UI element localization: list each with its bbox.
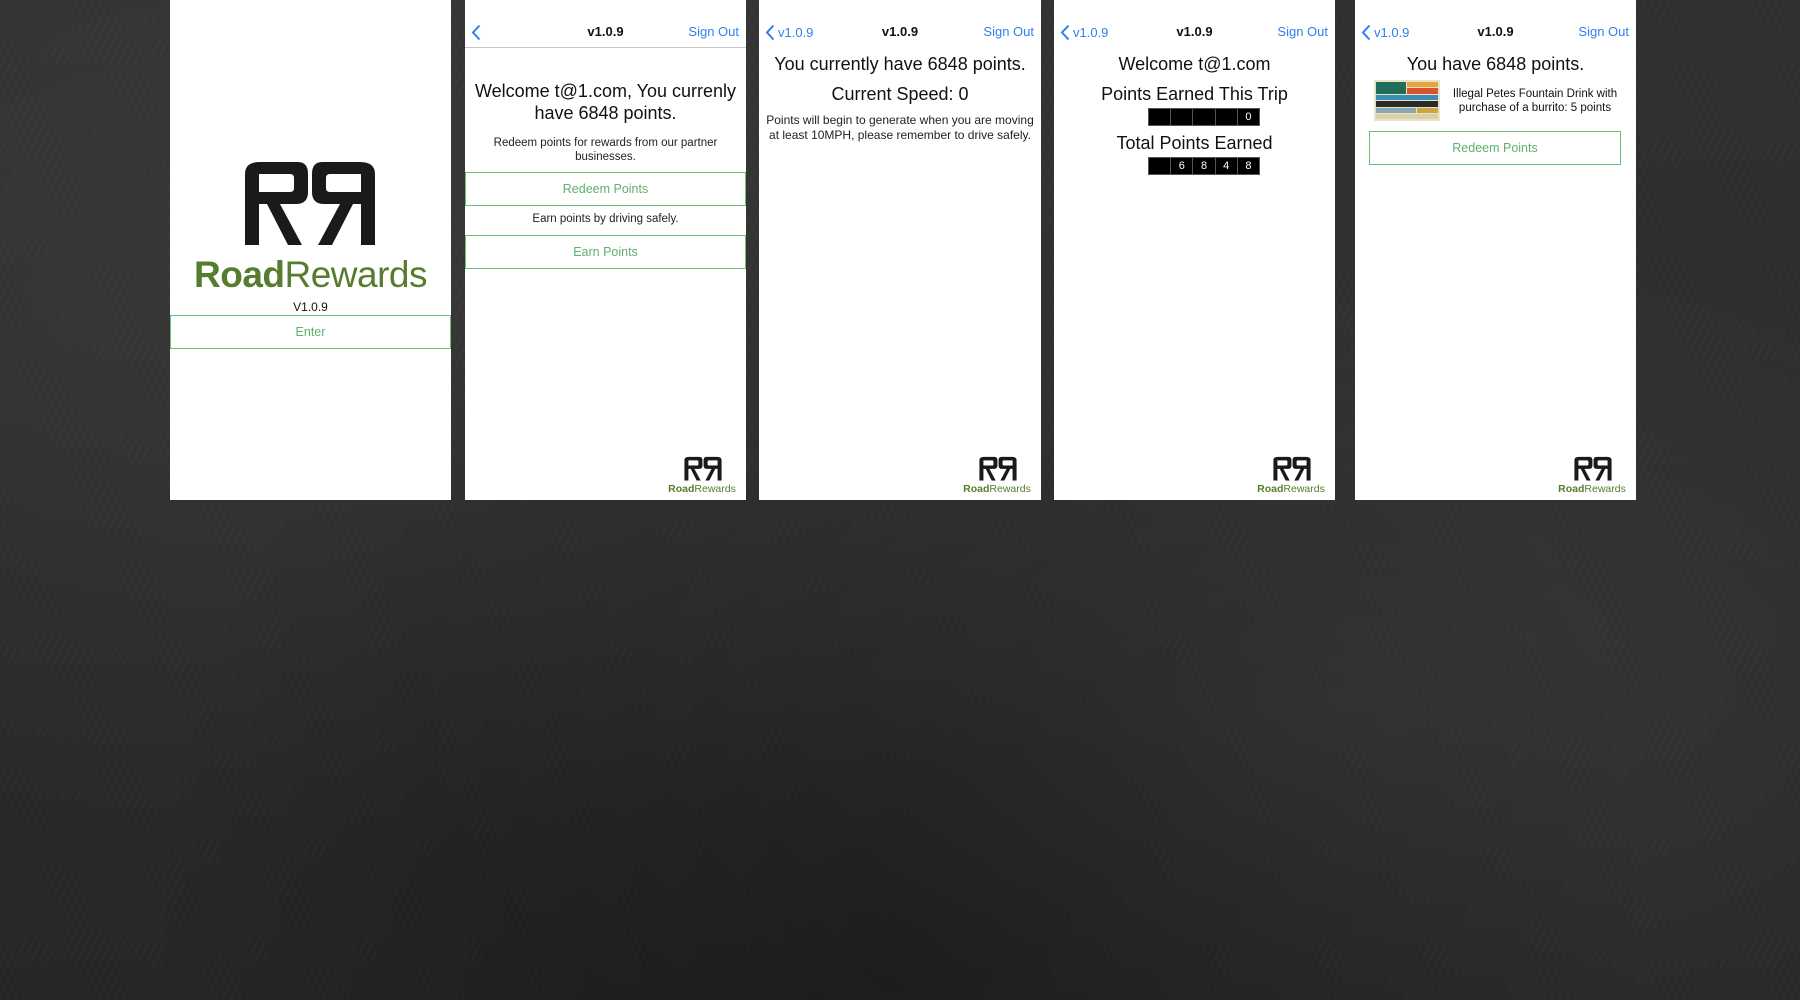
chevron-left-icon (471, 24, 481, 40)
trip-points-label: Points Earned This Trip (1101, 84, 1288, 104)
back-label: v1.0.9 (1073, 24, 1109, 40)
earn-screen: v1.0.9 v1.0.9 Sign Out You currently hav… (759, 0, 1041, 500)
nav-divider (465, 47, 746, 48)
counter-digit: 4 (1216, 158, 1238, 174)
redeem-screen: v1.0.9 v1.0.9 Sign Out You have 6848 poi… (1355, 0, 1636, 500)
back-button[interactable]: v1.0.9 (1060, 20, 1108, 44)
back-button[interactable]: v1.0.9 (1361, 20, 1409, 44)
counter-digit: 8 (1245, 160, 1252, 172)
back-button[interactable] (471, 20, 484, 44)
sign-out-button[interactable]: Sign Out (983, 20, 1034, 44)
total-points-counter: 6 8 4 8 (1148, 157, 1260, 175)
corner-logo: RoadRewards (665, 455, 739, 495)
trip-screen: v1.0.9 v1.0.9 Sign Out Welcome t@1.com P… (1054, 0, 1335, 500)
counter-digit: 8 (1193, 158, 1216, 174)
welcome-text: Welcome t@1.com (1118, 54, 1271, 74)
points-text: You have 6848 points. (1406, 54, 1585, 74)
reward-description[interactable]: Illegal Petes Fountain Drink with purcha… (1446, 87, 1624, 115)
counter-digit (1149, 158, 1172, 174)
brand-wordmark: RoadRewards (194, 254, 427, 295)
counter-digit (1216, 109, 1238, 125)
counter-digit (1149, 109, 1172, 125)
road-rewards-logo-icon (1573, 455, 1613, 482)
sign-out-button[interactable]: Sign Out (1578, 20, 1629, 44)
counter-digit: 6 (1171, 158, 1194, 174)
road-rewards-logo-icon (240, 160, 380, 245)
counter-digit (1193, 109, 1216, 125)
corner-logo: RoadRewards (960, 455, 1034, 495)
splash-screen: RoadRewards V1.0.9 Enter (170, 0, 451, 500)
counter-digit: 0 (1245, 111, 1252, 123)
version-label: V1.0.9 (293, 300, 328, 314)
corner-logo: RoadRewards (1254, 455, 1328, 495)
speed-text: Current Speed: 0 (831, 84, 969, 104)
corner-logo: RoadRewards (1555, 455, 1629, 495)
nav-bar: v1.0.9 v1.0.9 Sign Out (1054, 20, 1335, 44)
welcome-text: Welcome t@1.com, You currenly have 6848 … (474, 81, 737, 123)
counter-digit (1171, 109, 1194, 125)
sign-out-button[interactable]: Sign Out (1277, 20, 1328, 44)
speed-note: Points will begin to generate when you a… (766, 113, 1034, 142)
sign-out-button[interactable]: Sign Out (688, 20, 739, 44)
redeem-points-button[interactable]: Redeem Points (465, 172, 746, 206)
redeem-description: Redeem points for rewards from our partn… (493, 137, 718, 163)
points-text: You currently have 6848 points. (774, 54, 1026, 74)
nav-bar: v1.0.9 Sign Out (465, 20, 746, 44)
back-label: v1.0.9 (1374, 24, 1410, 40)
reward-thumbnail[interactable] (1374, 80, 1440, 121)
total-points-label: Total Points Earned (1116, 133, 1273, 153)
home-screen: v1.0.9 Sign Out Welcome t@1.com, You cur… (465, 0, 746, 500)
back-button[interactable]: v1.0.9 (765, 20, 813, 44)
enter-button[interactable]: Enter (170, 315, 451, 349)
chevron-left-icon (765, 24, 775, 40)
redeem-points-button[interactable]: Redeem Points (1369, 131, 1621, 165)
nav-bar: v1.0.9 v1.0.9 Sign Out (759, 20, 1041, 44)
back-label: v1.0.9 (778, 24, 814, 40)
trip-points-counter: 0 (1148, 108, 1260, 126)
earn-description: Earn points by driving safely. (532, 213, 679, 225)
chevron-left-icon (1361, 24, 1371, 40)
nav-bar: v1.0.9 v1.0.9 Sign Out (1355, 20, 1636, 44)
chevron-left-icon (1060, 24, 1070, 40)
earn-points-button[interactable]: Earn Points (465, 235, 746, 269)
road-rewards-logo-icon (1272, 455, 1312, 482)
road-rewards-logo-icon (978, 455, 1018, 482)
road-rewards-logo-icon (683, 455, 723, 482)
